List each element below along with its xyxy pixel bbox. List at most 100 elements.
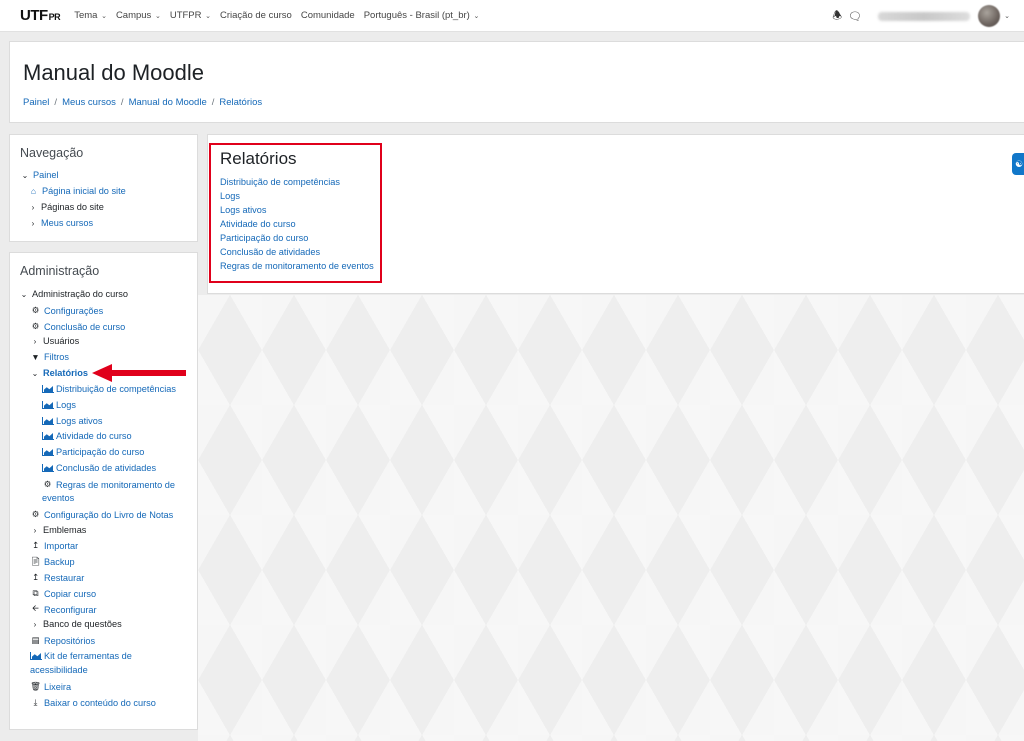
menu-tema[interactable]: Tema ⌄ [74,10,107,21]
report-item-regras-line1: Regras de monitoramento de [56,479,175,490]
admin-item-config-notas[interactable]: ⚙ Configuração do Livro de Notas [30,509,174,520]
top-navbar: UTF PR Tema ⌄ Campus ⌄ UTFPR ⌄ Criação de… [0,0,1024,32]
filter-icon: ▼ [31,352,40,362]
admin-item-filtros[interactable]: ▼ Filtros [30,352,69,362]
admin-item-lixeira-label: Lixeira [44,681,72,692]
main-report-link[interactable]: Conclusão de atividades [220,247,320,257]
user-name-blurred[interactable] [878,11,971,21]
report-item-conclusao-atividades[interactable]: Conclusão de atividades [42,463,156,473]
chart-icon [30,652,42,660]
arrow-left-icon: 🡨︎ [32,603,39,613]
main-report-link[interactable]: Logs [220,191,240,201]
admin-item-configuracoes[interactable]: ⚙ Configurações [30,305,104,316]
admin-item-backup[interactable]: 📄︎ Backup [30,556,75,567]
report-item-regras-wrap[interactable]: eventos [42,493,74,503]
chevron-right-icon: › [31,218,35,228]
breadcrumb-separator: / [120,97,124,108]
breadcrumb-separator: / [211,97,215,108]
admin-item-kit-line2: acessibilidade [30,665,88,675]
page-header: Manual do Moodle Painel / Meus cursos / … [9,41,1024,123]
admin-item-importar-label: Importar [44,540,79,551]
admin-item-conclusao-curso[interactable]: ⚙ Conclusão de curso [30,321,126,332]
admin-item-copiar[interactable]: ⧉ Copiar curso [30,588,96,599]
admin-item-relatorios[interactable]: ⌄ Relatórios [30,368,88,378]
menu-comunidade[interactable]: Comunidade [301,10,355,21]
gear-icon: ⚙ [43,479,52,489]
admin-root[interactable]: ⌄ Administração do curso [19,289,128,299]
chevron-down-icon: ⌄ [21,170,29,180]
admin-item-usuarios[interactable]: › Usuários [30,336,80,346]
bell-icon[interactable]: 🕭︎ [828,7,846,26]
copy-icon: ⧉ [32,588,39,598]
site-logo[interactable]: UTF PR [20,7,61,24]
breadcrumb: Painel / Meus cursos / Manual do Moodle … [23,97,262,108]
logo-sub-text: PR [48,12,61,22]
menu-criacao-curso[interactable]: Criação de curso [220,10,292,21]
chevron-right-icon: › [31,202,35,212]
report-item-logs[interactable]: Logs [42,400,76,410]
report-item-regras-line2: eventos [42,493,75,503]
chevron-right-icon: › [33,336,37,346]
administration-block-title: Administração [20,264,100,278]
nav-item-site-pages[interactable]: › Páginas do site [28,202,104,212]
chat-icon[interactable]: 🗨︎ [846,10,864,23]
admin-item-reconfigurar[interactable]: 🡨︎ Reconfigurar [30,603,97,617]
admin-item-usuarios-label: Usuários [43,336,80,346]
report-item-competencias[interactable]: Distribuição de competências [42,384,176,394]
nav-item-home-label: Página inicial do site [42,186,126,196]
breadcrumb-painel[interactable]: Painel [23,97,49,108]
menu-utfpr[interactable]: UTFPR ⌄ [170,10,211,21]
main-report-link[interactable]: Logs ativos [220,205,266,215]
main-report-link[interactable]: Distribuição de competências [220,177,340,187]
breadcrumb-meus-cursos[interactable]: Meus cursos [62,97,116,108]
admin-item-emblemas-label: Emblemas [43,525,87,535]
report-item-atividade[interactable]: Atividade do curso [42,431,132,441]
admin-item-baixar-label: Baixar o conteúdo do curso [44,697,156,708]
chevron-down-icon[interactable]: ⌄ [1004,12,1010,20]
report-item-label: Distribuição de competências [56,384,177,394]
drawer-toggle-button[interactable]: ☯ [1012,153,1024,175]
main-report-link[interactable]: Regras de monitoramento de eventos [220,261,374,271]
chart-icon [42,401,54,409]
admin-item-importar[interactable]: ↥ Importar [30,540,78,551]
report-item-regras[interactable]: ⚙ Regras de monitoramento de [42,479,175,490]
menu-campus[interactable]: Campus ⌄ [116,10,161,21]
admin-item-repositorios[interactable]: ▤ Repositórios [30,635,95,646]
admin-item-conclusao-curso-label: Conclusão de curso [44,321,126,332]
admin-item-reconfigurar-label: Reconfigurar [44,605,97,615]
report-item-logs-ativos[interactable]: Logs ativos [42,416,102,426]
breadcrumb-manual-moodle[interactable]: Manual do Moodle [129,97,207,108]
nav-root-painel[interactable]: ⌄ Painel [20,170,59,180]
admin-item-backup-label: Backup [44,556,75,567]
chevron-right-icon: › [33,525,37,535]
admin-item-kit-acessibilidade[interactable]: Kit de ferramentas de [30,651,132,661]
admin-item-banco-questoes[interactable]: › Banco de questões [30,619,122,629]
main-report-link[interactable]: Participação do curso [220,233,308,243]
chevron-down-icon: ⌄ [101,13,107,20]
admin-item-restaurar[interactable]: ↥ Restaurar [30,572,84,583]
accessibility-icon: ☯ [1015,158,1024,169]
admin-item-kit-acessibilidade-wrap[interactable]: acessibilidade [30,665,88,675]
breadcrumb-relatorios[interactable]: Relatórios [219,97,262,108]
admin-item-baixar[interactable]: ⤓ Baixar o conteúdo do curso [30,697,156,708]
admin-root-label: Administração do curso [32,289,129,299]
main-report-link[interactable]: Atividade do curso [220,219,296,229]
report-item-label: Logs [56,400,76,410]
gear-icon: ⚙ [31,321,40,331]
logo-main-text: UTF [20,7,48,24]
background-pattern [198,295,1024,741]
report-item-participacao[interactable]: Participação do curso [42,447,144,457]
nav-item-my-courses[interactable]: › Meus cursos [28,218,93,228]
gear-icon: ⚙ [31,509,40,519]
download-icon: ⤓ [33,697,38,707]
admin-item-lixeira[interactable]: 🗑︎ Lixeira [30,681,71,692]
reports-heading: Relatórios [220,149,297,168]
chart-icon [42,385,54,393]
avatar[interactable] [978,5,1001,27]
nav-item-home[interactable]: ⌂ Página inicial do site [28,186,126,196]
page-title: Manual do Moodle [23,60,205,85]
menu-language[interactable]: Português - Brasil (pt_br) ⌄ [364,10,480,21]
breadcrumb-separator: / [54,97,58,108]
navigation-block-title: Navegação [20,146,84,160]
admin-item-emblemas[interactable]: › Emblemas [30,525,87,535]
